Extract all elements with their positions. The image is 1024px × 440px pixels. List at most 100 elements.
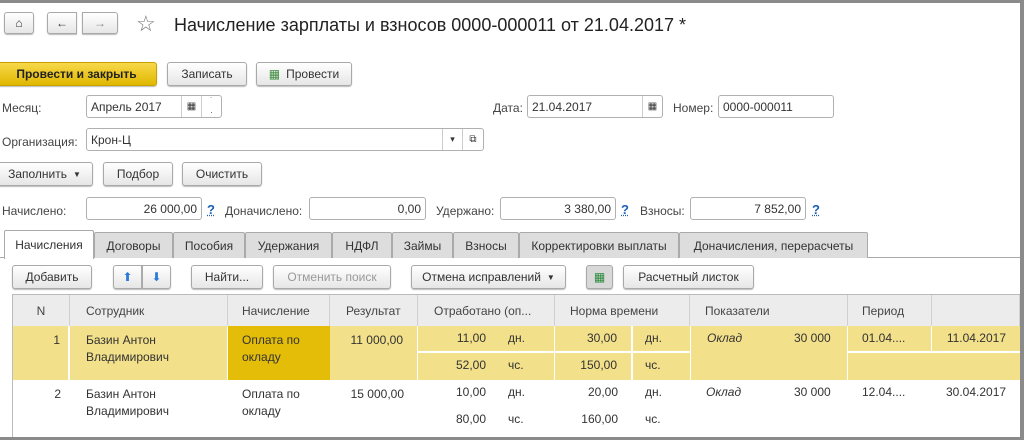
calendar-icon[interactable]: ▦ — [181, 96, 201, 117]
contributions-field: 7 852,00 — [690, 197, 806, 220]
column-header-period-end[interactable] — [932, 295, 1020, 326]
tab-loans[interactable]: Займы — [392, 232, 453, 258]
arrow-right-icon: → — [94, 16, 106, 30]
arrow-down-icon: ⬇ — [151, 270, 162, 284]
column-header-accrual[interactable]: Начисление — [228, 295, 330, 326]
dropdown-icon[interactable]: ▾ — [442, 129, 462, 150]
worked-hours-unit: чс. — [508, 412, 524, 426]
tab-accruals[interactable]: Начисления — [4, 230, 94, 259]
column-header-period[interactable]: Период — [848, 295, 932, 326]
accrued-help-link[interactable]: ? — [207, 202, 215, 217]
result-cell[interactable]: 15 000,00 — [330, 380, 418, 409]
number-field[interactable]: 0000-000011 — [718, 95, 834, 118]
accrual-cell[interactable]: Оплата по окладу — [228, 326, 330, 380]
tab-contracts[interactable]: Договоры — [94, 232, 173, 258]
post-button[interactable]: ▦ Провести — [256, 62, 352, 86]
indicator-name-cell[interactable]: Оклад — [690, 380, 780, 405]
home-icon: ⌂ — [15, 16, 23, 30]
extra-label: Доначислено: — [225, 204, 303, 218]
post-document-icon: ▦ — [268, 67, 281, 81]
post-and-close-button[interactable]: Провести и закрыть — [0, 62, 157, 86]
chevron-down-icon: ▼ — [73, 169, 81, 179]
row-number: 2 — [54, 387, 61, 401]
month-label: Месяц: — [2, 101, 42, 115]
table-add-icon: ▦ — [593, 270, 606, 284]
norm-hours-unit: чс. — [645, 412, 661, 426]
add-button[interactable]: Добавить — [12, 265, 92, 289]
employee-cell[interactable]: Базин Антон Владимирович — [70, 326, 228, 380]
table-row[interactable]: 2 Базин Антон Владимирович Оплата по окл… — [13, 380, 1020, 437]
tab-benefits[interactable]: Пособия — [173, 232, 245, 258]
employee-cell[interactable]: Базин Антон Владимирович — [70, 380, 228, 426]
period-empty-cell — [848, 353, 1020, 380]
cancel-search-button[interactable]: Отменить поиск — [273, 265, 391, 289]
star-icon[interactable]: ☆ — [136, 11, 156, 37]
norm-hours-cell[interactable]: 150,00 — [555, 353, 632, 380]
back-button[interactable]: ← — [47, 12, 77, 34]
contributions-label: Взносы: — [640, 204, 685, 218]
column-header-result[interactable]: Результат — [330, 295, 418, 326]
forward-button[interactable]: → — [82, 12, 118, 34]
tab-deductions[interactable]: Удержания — [245, 232, 332, 258]
worked-days-cell[interactable]: 10,00 — [418, 380, 500, 405]
payslip-button[interactable]: Расчетный листок — [623, 265, 754, 289]
withheld-field: 3 380,00 — [500, 197, 616, 220]
period-to-cell[interactable]: 11.04.2017 — [932, 326, 1020, 352]
clear-button[interactable]: Очистить — [182, 162, 262, 186]
calendar-icon[interactable]: ▦ — [642, 96, 662, 117]
worked-hours-cell[interactable]: 80,00 — [418, 407, 500, 432]
tab-contributions[interactable]: Взносы — [453, 232, 519, 258]
spin-icon[interactable]: ˙. — [201, 96, 221, 117]
withheld-help-link[interactable]: ? — [621, 202, 629, 217]
chevron-down-icon: ▼ — [546, 272, 555, 282]
worked-hours-cell[interactable]: 52,00 — [418, 353, 500, 380]
number-label: Номер: — [673, 101, 714, 115]
tab-payment-corrections[interactable]: Корректировки выплаты — [519, 232, 679, 258]
period-from-cell[interactable]: 12.04.... — [848, 380, 932, 405]
column-header-n[interactable]: N — [13, 295, 70, 326]
month-field[interactable]: Апрель 2017 ▦ ˙. — [86, 95, 222, 118]
worked-days-unit: дн. — [508, 385, 525, 399]
norm-days-cell[interactable]: 20,00 — [555, 380, 632, 405]
date-value: 21.04.2017 — [532, 99, 593, 114]
contributions-help-link[interactable]: ? — [812, 202, 820, 217]
column-header-worked[interactable]: Отработано (оп... — [418, 295, 555, 326]
fill-button[interactable]: Заполнить ▼ — [0, 162, 93, 186]
tab-ndfl[interactable]: НДФЛ — [332, 232, 392, 258]
indicator-name-cell[interactable]: Оклад — [690, 326, 780, 380]
save-button[interactable]: Записать — [167, 62, 247, 86]
date-field[interactable]: 21.04.2017 ▦ — [527, 95, 663, 118]
add-column-toggle[interactable]: ▦ — [586, 265, 613, 289]
norm-days-unit: дн. — [633, 326, 690, 352]
move-up-button[interactable]: ⬆ — [113, 265, 142, 289]
undo-corrections-button[interactable]: Отмена исправлений ▼ — [411, 265, 566, 289]
norm-hours-unit: чс. — [633, 353, 690, 380]
worked-days-unit: дн. — [500, 326, 555, 352]
period-from-cell[interactable]: 01.04.... — [848, 326, 932, 352]
find-button[interactable]: Найти... — [191, 265, 263, 289]
table-row[interactable]: 1 Базин Антон Владимирович Оплата по окл… — [13, 326, 1020, 380]
worked-hours-unit: чс. — [500, 353, 555, 380]
move-down-button[interactable]: ⬇ — [142, 265, 171, 289]
period-to-cell[interactable]: 30.04.2017 — [932, 380, 1020, 405]
result-cell[interactable]: 11 000,00 — [330, 326, 418, 380]
accrual-cell[interactable]: Оплата по окладу — [228, 380, 330, 426]
column-header-indicators[interactable]: Показатели — [690, 295, 848, 326]
arrow-up-icon: ⬆ — [122, 270, 133, 284]
accrued-field: 26 000,00 — [86, 197, 202, 220]
fill-label: Заполнить — [8, 167, 67, 181]
worked-days-cell[interactable]: 11,00 — [418, 326, 500, 352]
open-icon[interactable]: ⧉ — [462, 129, 483, 150]
column-header-employee[interactable]: Сотрудник — [70, 295, 228, 326]
date-label: Дата: — [493, 101, 523, 115]
indicator-value-cell[interactable]: 30 000 — [780, 326, 848, 380]
column-header-norm[interactable]: Норма времени — [555, 295, 690, 326]
indicator-value-cell[interactable]: 30 000 — [780, 380, 848, 405]
page-title: Начисление зарплаты и взносов 0000-00001… — [174, 15, 687, 35]
home-button[interactable]: ⌂ — [4, 12, 34, 34]
organization-field[interactable]: Крон-Ц ▾ ⧉ — [86, 128, 484, 151]
norm-days-cell[interactable]: 30,00 — [555, 326, 632, 352]
norm-hours-cell[interactable]: 160,00 — [555, 407, 632, 432]
tab-recalculations[interactable]: Доначисления, перерасчеты — [679, 232, 868, 258]
select-button[interactable]: Подбор — [103, 162, 173, 186]
